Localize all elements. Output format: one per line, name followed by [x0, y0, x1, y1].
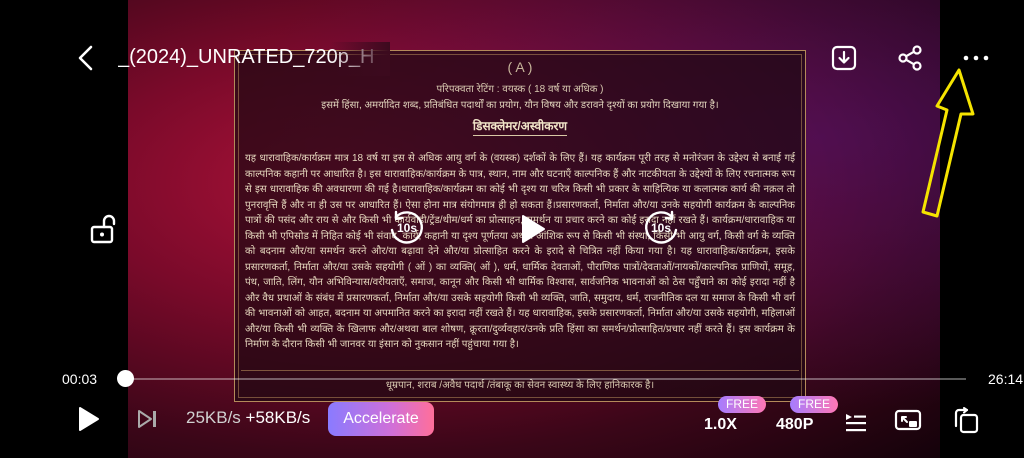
quality-button[interactable]: 480P — [776, 416, 813, 434]
disclaimer-paragraph: यह धारावाहिक/कार्यक्रम मात्र 18 वर्ष या … — [245, 153, 795, 350]
current-time: 00:03 — [62, 371, 98, 387]
playback-speed-button[interactable]: 1.0X — [704, 416, 737, 434]
video-player[interactable]: ( A ) परिपक्वता रेटिंग : वयस्क ( 18 वर्ष… — [0, 0, 1024, 458]
upload-speed: +58KB/s — [245, 408, 311, 427]
unlock-icon[interactable] — [90, 214, 118, 244]
rewind-button[interactable]: 10s — [386, 210, 428, 248]
progress-row: 00:03 26:14 — [0, 368, 1024, 392]
playlist-icon[interactable] — [844, 410, 868, 434]
play-center-icon[interactable] — [520, 214, 546, 244]
free-badge-quality: FREE — [790, 396, 839, 413]
seek-thumb[interactable] — [117, 370, 135, 387]
picture-in-picture-icon[interactable] — [894, 408, 922, 434]
next-icon[interactable] — [136, 408, 160, 430]
title-fade — [330, 42, 390, 76]
forward-button[interactable]: 10s — [640, 210, 682, 248]
free-badge-speed: FREE — [718, 396, 767, 413]
back-arrow-icon[interactable] — [74, 44, 98, 72]
play-icon[interactable] — [78, 406, 100, 432]
forward-label: 10s — [650, 221, 672, 235]
download-speed: 25KB/s — [186, 408, 241, 427]
rewind-label: 10s — [396, 221, 418, 235]
total-time: 26:14 — [988, 371, 1024, 387]
seek-bar[interactable] — [124, 378, 966, 380]
screen-rotate-icon[interactable] — [952, 407, 980, 435]
annotation-arrow-icon — [921, 68, 975, 218]
top-bar: _(2024)_UNRATED_720p_H — [0, 0, 1024, 110]
bottom-bar: 25KB/s +58KB/s Accelerate FREE 1.0X FREE… — [0, 396, 1024, 450]
network-speed: 25KB/s +58KB/s — [186, 408, 310, 428]
disclaimer-heading-text: डिसक्लेमर/अस्वीकरण — [472, 119, 568, 136]
accelerate-button[interactable]: Accelerate — [328, 402, 434, 436]
disclaimer-heading: डिसक्लेमर/अस्वीकरण — [235, 117, 805, 136]
download-icon[interactable] — [830, 44, 858, 72]
